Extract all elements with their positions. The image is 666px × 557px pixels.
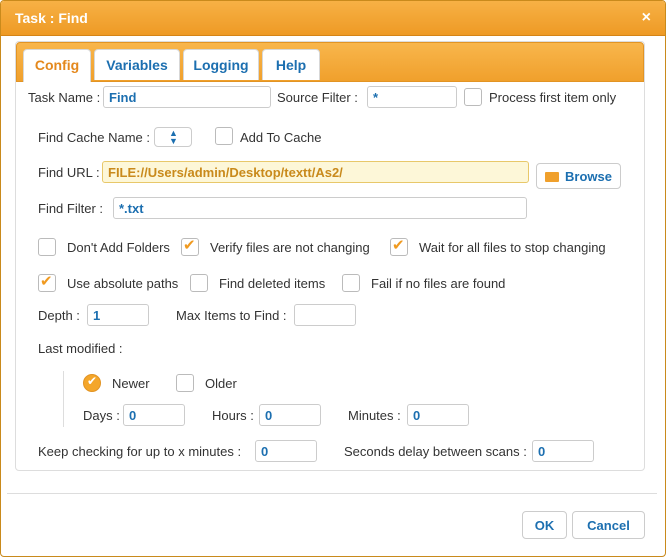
checkmark-icon: ✔ (392, 237, 405, 254)
browse-button[interactable]: Browse (536, 163, 621, 189)
folder-icon (545, 171, 560, 182)
process-first-label: Process first item only (489, 90, 617, 105)
wait-all-files-checkbox[interactable]: ✔ (390, 237, 408, 256)
keep-checking-input[interactable] (255, 440, 317, 462)
find-deleted-label: Find deleted items (219, 276, 326, 291)
tab-variables[interactable]: Variables (94, 49, 180, 80)
source-filter-input[interactable] (367, 86, 457, 108)
use-absolute-paths-label: Use absolute paths (67, 276, 179, 291)
task-name-label: Task Name : (28, 90, 101, 105)
verify-files-checkbox[interactable]: ✔ (181, 237, 199, 256)
find-deleted-checkbox[interactable] (190, 274, 208, 292)
tab-help[interactable]: Help (262, 49, 320, 80)
find-cache-name-label: Find Cache Name : (38, 130, 150, 145)
add-to-cache-checkbox[interactable] (215, 127, 233, 145)
find-task-dialog: Task : Find × Config Variables Logging H… (0, 0, 666, 557)
wait-all-files-label: Wait for all files to stop changing (419, 240, 606, 255)
hours-label: Hours : (212, 408, 254, 423)
depth-label: Depth : (38, 308, 80, 323)
tab-bar: Config Variables Logging Help (16, 42, 644, 82)
seconds-delay-label: Seconds delay between scans : (344, 444, 527, 459)
hours-input[interactable] (259, 404, 321, 426)
chevron-down-icon: ▼ (169, 136, 178, 146)
tab-config[interactable]: Config (23, 49, 91, 82)
browse-label: Browse (565, 169, 612, 184)
newer-label: Newer (112, 376, 150, 391)
verify-files-label: Verify files are not changing (210, 240, 370, 255)
fail-if-none-label: Fail if no files are found (371, 276, 506, 291)
title-bar[interactable]: Task : Find × (1, 1, 665, 36)
days-input[interactable] (123, 404, 185, 426)
source-filter-label: Source Filter : (277, 90, 358, 105)
tab-logging[interactable]: Logging (183, 49, 259, 80)
dont-add-folders-label: Don't Add Folders (67, 240, 170, 255)
find-filter-input[interactable] (113, 197, 527, 219)
cancel-button[interactable]: Cancel (572, 511, 645, 539)
seconds-delay-input[interactable] (532, 440, 594, 462)
dialog-title: Task : Find (15, 10, 88, 26)
minutes-label: Minutes : (348, 408, 401, 423)
minutes-input[interactable] (407, 404, 469, 426)
newer-radio[interactable]: ✔ (83, 374, 101, 392)
keep-checking-label: Keep checking for up to x minutes : (38, 444, 242, 459)
find-cache-name-select[interactable]: ▲ ▼ (154, 127, 192, 147)
checkmark-icon: ✔ (40, 273, 53, 290)
days-label: Days : (83, 408, 120, 423)
divider (63, 371, 64, 427)
depth-input[interactable] (87, 304, 149, 326)
checkmark-icon: ✔ (183, 237, 196, 254)
max-items-label: Max Items to Find : (176, 308, 287, 323)
fail-if-none-checkbox[interactable] (342, 274, 360, 292)
dont-add-folders-checkbox[interactable] (38, 238, 56, 256)
process-first-checkbox[interactable] (464, 88, 482, 106)
find-url-input[interactable] (102, 161, 529, 183)
older-radio[interactable] (176, 374, 194, 392)
close-icon[interactable]: × (642, 9, 651, 27)
footer-divider (7, 493, 657, 494)
ok-button[interactable]: OK (522, 511, 567, 539)
find-filter-label: Find Filter : (38, 201, 104, 216)
find-url-label: Find URL : (38, 165, 100, 180)
older-label: Older (205, 376, 237, 391)
max-items-input[interactable] (294, 304, 356, 326)
task-name-input[interactable] (103, 86, 271, 108)
last-modified-label: Last modified : (38, 341, 123, 356)
add-to-cache-label: Add To Cache (240, 130, 322, 145)
checkmark-icon: ✔ (87, 374, 98, 388)
use-absolute-paths-checkbox[interactable]: ✔ (38, 273, 56, 292)
